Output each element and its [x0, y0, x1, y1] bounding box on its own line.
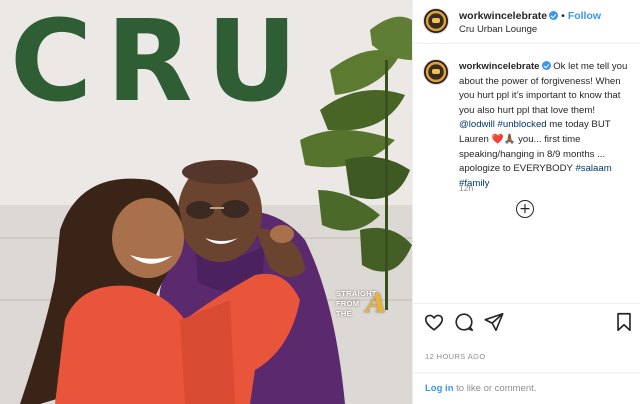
- photo-scene: CRU: [0, 0, 412, 404]
- watermark-line-3: THE: [336, 309, 352, 318]
- post-header: workwincelebrate • Follow Cru Urban Lounge: [413, 0, 640, 44]
- post-photo[interactable]: CRU STRAIGHT FROM THE A: [0, 0, 412, 404]
- mention-link[interactable]: @lodwill: [459, 119, 495, 130]
- login-text: to like or comment.: [453, 383, 537, 394]
- bookmark-icon[interactable]: [613, 311, 635, 333]
- action-bar: [413, 303, 640, 339]
- share-icon[interactable]: [483, 311, 505, 333]
- watermark-logo: STRAIGHT FROM THE A: [336, 287, 406, 323]
- verified-badge-icon: [541, 61, 551, 70]
- heart-icon[interactable]: [423, 311, 445, 333]
- post-caption: workwincelebrate Ok let me tell you abou…: [459, 60, 633, 191]
- caption-time: 12h: [459, 183, 474, 193]
- moss-sign-text: CRU: [10, 0, 311, 127]
- plus-circle-icon: +: [519, 201, 531, 217]
- watermark-letter: A: [366, 289, 387, 319]
- username-link[interactable]: workwincelebrate: [459, 10, 547, 22]
- verified-badge-icon: [549, 11, 559, 20]
- separator-dot: •: [561, 10, 565, 22]
- avatar[interactable]: [423, 8, 449, 34]
- load-more-comments-button[interactable]: +: [516, 200, 534, 218]
- comment-icon[interactable]: [453, 311, 475, 333]
- header-username-row: workwincelebrate • Follow: [459, 10, 601, 22]
- login-prompt: Log in to like or comment.: [413, 372, 640, 404]
- login-link[interactable]: Log in: [425, 383, 454, 394]
- hashtag-salaam[interactable]: #salaam: [575, 163, 611, 174]
- watermark-line-2: FROM: [336, 299, 360, 308]
- caption-username[interactable]: workwincelebrate: [459, 61, 540, 72]
- location-link[interactable]: Cru Urban Lounge: [459, 24, 537, 35]
- instagram-post: CRU STRAIGHT FROM THE A workwincelebrate…: [0, 0, 640, 404]
- caption-avatar[interactable]: [423, 59, 449, 85]
- comments-section: workwincelebrate Ok let me tell you abou…: [413, 45, 640, 303]
- post-side-panel: workwincelebrate • Follow Cru Urban Lounge…: [412, 0, 640, 404]
- follow-button[interactable]: Follow: [568, 10, 601, 22]
- hashtag-unblocked[interactable]: #unblocked: [498, 119, 547, 130]
- post-timestamp: 12 HOURS AGO: [425, 352, 486, 361]
